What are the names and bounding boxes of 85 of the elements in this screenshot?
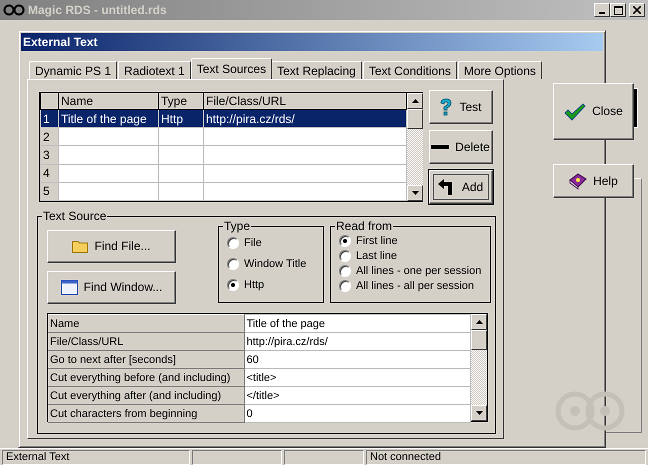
scroll-down-icon — [412, 191, 418, 195]
book-icon — [569, 172, 588, 190]
group-title: Read from — [335, 219, 394, 233]
radio-button[interactable] — [339, 280, 351, 292]
maximize-button[interactable] — [610, 3, 626, 17]
tab[interactable]: More Options — [458, 61, 542, 79]
minus-icon — [431, 145, 450, 149]
radio-label: Last line — [356, 249, 397, 263]
scroll-down-icon — [476, 411, 482, 415]
group-title: Type — [223, 219, 252, 233]
scroll-up-icon — [412, 99, 418, 103]
check-icon — [564, 102, 586, 120]
radio-option[interactable]: Window Title — [227, 257, 323, 271]
radio-label: All lines - one per session — [356, 264, 482, 278]
property-value[interactable]: Title of the page — [244, 314, 470, 332]
radio-label: First line — [356, 234, 398, 248]
tab[interactable]: Text Sources — [190, 58, 272, 79]
property-value[interactable]: http://pira.cz/rds/ — [244, 332, 470, 350]
row-number: 2 — [40, 128, 58, 146]
delete-button[interactable]: Delete — [428, 130, 492, 164]
radio-option[interactable]: All lines - all per session — [339, 279, 490, 293]
group-title: Text Source — [42, 209, 108, 223]
radio-button[interactable] — [339, 250, 351, 262]
radio-label: File — [244, 236, 262, 250]
table-row[interactable]: 1 Title of the page Http http://pira.cz/rds/ — [40, 110, 406, 128]
logo-icon — [3, 4, 25, 16]
tab[interactable]: Dynamic PS 1 — [29, 61, 118, 79]
property-name: Cut everything after (and including) — [48, 386, 244, 404]
property-name: Name — [48, 314, 244, 332]
radio-button[interactable] — [227, 237, 239, 249]
close-button[interactable] — [629, 3, 645, 17]
property-value[interactable]: </title> — [244, 386, 470, 404]
column-header[interactable]: File/Class/URL — [204, 93, 406, 110]
property-name: File/Class/URL — [48, 332, 244, 350]
test-button[interactable]: Test — [428, 90, 492, 124]
table-cell: http://pira.cz/rds/ — [204, 110, 406, 128]
radio-label: Http — [244, 278, 264, 292]
radio-option[interactable]: Http — [227, 278, 323, 292]
row-number: 4 — [40, 164, 58, 182]
dialog-title: External Text — [21, 33, 603, 51]
table-cell: Http — [158, 110, 204, 128]
column-header[interactable]: Name — [58, 93, 158, 110]
radio-button[interactable] — [227, 258, 239, 270]
maximize-icon — [614, 6, 623, 14]
radio-option[interactable]: All lines - one per session — [339, 264, 490, 278]
tab[interactable]: Text Conditions — [362, 61, 457, 79]
row-number: 3 — [40, 146, 58, 164]
scroll-up-icon — [476, 320, 482, 324]
radio-option[interactable]: File — [227, 236, 323, 250]
status-text: Not connected — [366, 450, 646, 465]
close-button[interactable]: Close — [552, 83, 634, 140]
radio-label: All lines - all per session — [356, 279, 474, 293]
add-button[interactable]: Add — [428, 170, 492, 204]
folder-icon — [72, 240, 88, 253]
window-title: Magic RDS - untitled.rds — [28, 2, 167, 18]
tab[interactable]: Radiotext 1 — [118, 61, 191, 79]
row-number: 5 — [40, 182, 58, 200]
table-cell: Title of the page — [58, 110, 158, 128]
close-icon — [633, 6, 641, 14]
row-number: 1 — [40, 110, 58, 128]
radio-button[interactable] — [339, 265, 351, 277]
help-button[interactable]: Help — [552, 164, 634, 198]
property-value[interactable]: <title> — [244, 368, 470, 386]
radio-option[interactable]: Last line — [339, 249, 490, 263]
scrollbar[interactable] — [471, 314, 487, 421]
help-icon — [439, 98, 454, 116]
find-window-button[interactable]: Find Window... — [47, 271, 176, 304]
scroll-thumb[interactable] — [407, 109, 423, 129]
column-header[interactable]: Type — [158, 93, 204, 110]
window-icon — [60, 280, 78, 295]
property-name: Cut everything before (and including) — [48, 368, 244, 386]
property-name: Cut characters from beginning — [48, 404, 244, 422]
status-text: External Text — [2, 450, 190, 465]
radio-button[interactable] — [227, 279, 239, 291]
minimize-button[interactable] — [594, 3, 610, 17]
property-name: Go to next after [seconds] — [48, 350, 244, 368]
scrollbar[interactable] — [407, 93, 423, 201]
tab[interactable]: Text Replacing — [271, 61, 362, 79]
find-file-button[interactable]: Find File... — [47, 230, 176, 263]
radio-button[interactable] — [339, 235, 351, 247]
property-value[interactable]: 60 — [244, 350, 470, 368]
scroll-thumb[interactable] — [471, 330, 487, 350]
property-value[interactable]: 0 — [244, 404, 470, 422]
radio-option[interactable]: First line — [339, 234, 490, 248]
radio-label: Window Title — [244, 257, 306, 271]
